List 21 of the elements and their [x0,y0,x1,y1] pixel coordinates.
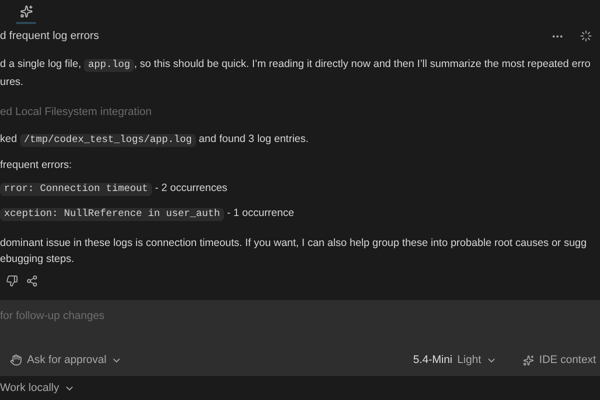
hand-icon [10,354,22,366]
thumbs-down-icon[interactable] [6,275,18,287]
message-text: ked /tmp/codex_test_logs/app.log and found 3 log entries. [0,132,310,149]
sparkle-icon [20,4,32,18]
sparkle-icon [523,354,534,366]
message-text: dominant issue in these logs is connection timeouts. If you want, I can also help group these into probable root causes or sugg [0,236,588,251]
message-text: ebugging steps. [0,252,76,267]
thread-title: d frequent log errors [0,30,100,42]
message-text: ures. [0,75,24,90]
prompt-field[interactable]: for follow-up changes [0,310,600,322]
model-button[interactable]: 5.4-Mini Light [413,354,498,366]
share-icon[interactable] [26,275,38,287]
tool-note: ed Local Filesystem integration [0,105,153,120]
list-heading: frequent errors: [0,158,73,173]
context-button[interactable]: IDE context [523,354,596,366]
spinner-icon [580,30,592,42]
error-item: xception: NullReference in user_auth - 1 occurrence [0,205,600,223]
workspace-button[interactable]: Work locally [0,382,76,394]
approval-button[interactable]: Ask for approval [10,354,122,366]
message-text: d a single log file, app.log , so this should be quick. I’m reading it directly now and then I’ll summarize the most repeated erro [0,57,592,74]
error-item: rror: Connection timeout - 2 occurrences [0,180,600,198]
